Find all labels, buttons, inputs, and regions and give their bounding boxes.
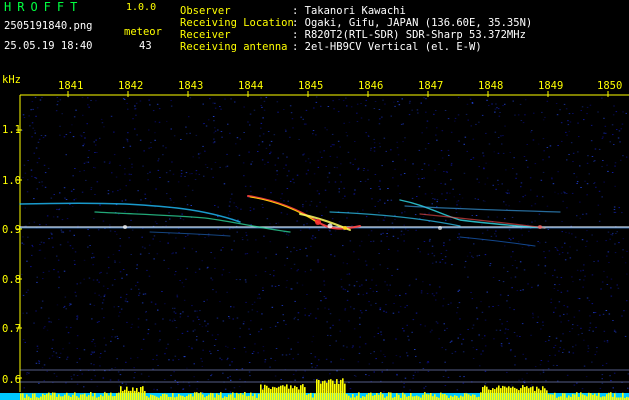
meteor-echo bbox=[19, 202, 241, 223]
meteor-echo bbox=[94, 211, 291, 233]
meteor-echoes bbox=[19, 195, 561, 247]
spectrogram-plot bbox=[0, 91, 629, 400]
y-tick-marks bbox=[16, 129, 22, 379]
x-tick-marks bbox=[67, 91, 609, 97]
meteor-echo bbox=[149, 231, 231, 237]
noise-field bbox=[21, 96, 629, 393]
meteor-echo bbox=[459, 236, 536, 247]
meteor-echo bbox=[419, 213, 546, 229]
